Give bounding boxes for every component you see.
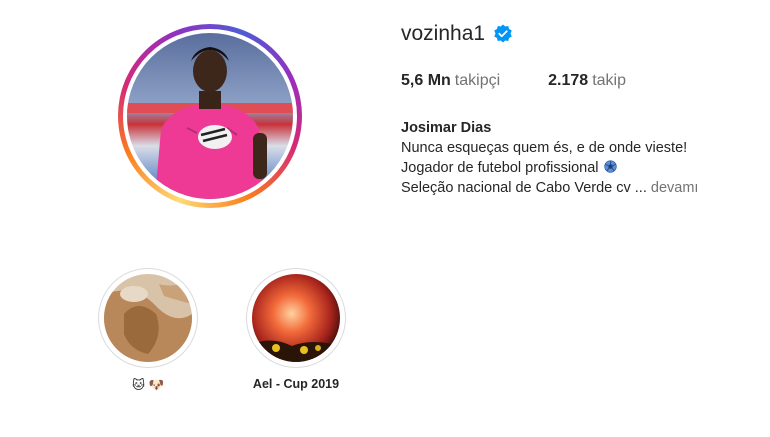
followers-count: 5,6 Mn: [401, 72, 451, 89]
following-count: 2.178: [548, 72, 589, 89]
highlight-ring: [246, 268, 346, 368]
bio-line: Jogador de futebol profissional: [401, 158, 698, 178]
highlight-cover: [104, 274, 192, 362]
following-link[interactable]: 2.178 takip: [548, 72, 626, 90]
bio-line: Nunca esqueças quem és, e de onde vieste…: [401, 140, 688, 156]
profile-avatar: [127, 33, 293, 199]
story-highlight[interactable]: Ael - Cup 2019: [241, 268, 351, 391]
verified-badge-icon: [493, 24, 513, 44]
followers-label: takipçi: [454, 72, 501, 89]
soccer-ball-icon: [603, 159, 617, 173]
bio-line: Seleção nacional de Cabo Verde cv ... de…: [401, 180, 699, 196]
highlight-label: 🐱 🐶: [131, 378, 165, 392]
bio-more-link[interactable]: devamı: [651, 180, 699, 196]
following-label: takip: [592, 72, 626, 89]
followers-link[interactable]: 5,6 Mn takipçi: [401, 72, 500, 90]
username-row: vozinha1: [401, 22, 513, 46]
profile-page: vozinha1 5,6 Mn takipçi 2.178 takip Josima…: [0, 0, 770, 437]
highlight-cover: [252, 274, 340, 362]
profile-bio: Josimar Dias Nunca esqueças quem és, e d…: [401, 118, 698, 198]
highlight-ring: [98, 268, 198, 368]
highlight-label: Ael - Cup 2019: [252, 377, 340, 391]
profile-avatar-story-ring[interactable]: [118, 24, 302, 208]
profile-stats: 5,6 Mn takipçi 2.178 takip: [401, 72, 626, 90]
username: vozinha1: [401, 22, 486, 45]
story-highlight[interactable]: 🐱 🐶: [93, 268, 203, 393]
full-name: Josimar Dias: [401, 120, 492, 136]
